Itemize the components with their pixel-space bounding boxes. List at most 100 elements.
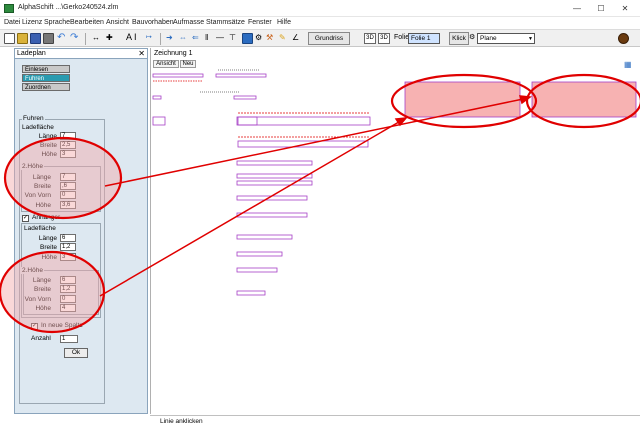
menu-bearbeiten[interactable]: Bearbeiten — [70, 19, 104, 26]
folie-label: Folie — [394, 34, 410, 41]
mode-fuhren-button[interactable]: Fuhren — [22, 74, 70, 82]
minimize-button[interactable]: — — [570, 3, 584, 14]
anhaenger-hoehe2-laenge-input[interactable]: 6 — [60, 276, 76, 284]
menu-aufmasse[interactable]: Aufmasse — [173, 19, 204, 26]
anzahl-label: Anzahl — [30, 335, 52, 342]
status-text: Linie anklicken — [160, 418, 203, 425]
breite-label: Breite — [40, 142, 57, 149]
menu-ansicht[interactable]: Ansicht — [106, 19, 129, 26]
anhaenger-laenge-input[interactable]: 6 — [60, 234, 76, 242]
mode-zuordnen-button[interactable]: Zuordnen — [22, 83, 70, 91]
ladeplan-panel: Ladeplan ✕ Einlesen Fuhren Zuordnen Fuhr… — [14, 48, 148, 414]
breite-input[interactable]: 2,5 — [60, 141, 76, 149]
menu-stammsaetze[interactable]: Stammsätze — [206, 19, 245, 26]
menu-bar: Datei Lizenz Sprache Bearbeiten Ansicht … — [0, 17, 640, 29]
anzahl-input[interactable]: 1 — [60, 335, 78, 343]
status-bar: Linie anklicken — [150, 415, 640, 427]
pause-icon[interactable]: ‖ — [205, 33, 216, 44]
gear-icon[interactable]: ⚙ — [255, 33, 266, 44]
chevron-down-icon: ▼ — [528, 36, 533, 42]
hoehe2-hoehe-label: Höhe — [35, 202, 51, 209]
toolbar: ↶ ↷ ↔ ✚ A I ↦ ➜ ⇔ ⇐ ‖ ― ⊤ ⚙ ⚒ ✎ ∠ Grundr… — [0, 29, 640, 47]
anhaenger-hoehe2-laenge-label: Länge — [32, 277, 51, 284]
panel-title: Ladeplan — [17, 50, 46, 57]
mode-einlesen-button[interactable]: Einlesen — [22, 65, 70, 73]
fuhren-group-label: Fuhren — [22, 115, 45, 122]
app-icon — [4, 4, 14, 13]
scale-3d-b-button[interactable]: 3D — [378, 33, 390, 44]
neue-spalte-checkbox[interactable]: ✓ — [31, 323, 38, 330]
subtab-neu[interactable]: Neu — [180, 60, 196, 68]
undo-icon[interactable]: ↶ — [57, 33, 68, 44]
globe-icon[interactable] — [618, 33, 629, 44]
open-folder-icon[interactable] — [17, 33, 28, 44]
measure-icon[interactable]: ↦ — [146, 33, 157, 44]
anhaenger-ladeflaeche-label: Ladefläche — [23, 225, 57, 232]
anhaenger-hoehe-input[interactable]: 3 — [60, 253, 76, 261]
laenge-input[interactable]: 7 — [60, 132, 76, 140]
menu-sprache[interactable]: Sprache — [44, 19, 70, 26]
hoehe2-hoehe-input[interactable]: 3,6 — [60, 201, 76, 209]
menu-lizenz[interactable]: Lizenz — [22, 19, 42, 26]
hoehe2-laenge-label: Länge — [32, 174, 51, 181]
panel-header: Ladeplan ✕ — [15, 49, 147, 59]
dimension-icon[interactable]: ⊤ — [229, 33, 240, 44]
hoehe2-breite-label: Breite — [34, 183, 51, 190]
klick-button[interactable]: Klick — [449, 32, 469, 45]
anhaenger-breite-label: Breite — [40, 244, 57, 251]
move-icon[interactable]: ↔ — [92, 33, 103, 44]
hoehe2-von-vorn-input[interactable]: 0 — [60, 191, 76, 199]
redo-icon[interactable]: ↷ — [70, 33, 81, 44]
anhaenger-hoehe2-hoehe-input[interactable]: 4 — [60, 304, 76, 312]
print-icon[interactable] — [43, 33, 54, 44]
close-button[interactable]: ✕ — [618, 3, 632, 14]
panel-close-icon[interactable]: ✕ — [138, 49, 145, 59]
toolbar-separator — [85, 33, 86, 45]
anhaenger-hoehe2-breite-label: Breite — [34, 286, 51, 293]
ok-button[interactable]: Ok — [64, 348, 88, 358]
subtab-ansicht[interactable]: Ansicht — [153, 60, 179, 68]
tools-icon[interactable]: ⚒ — [266, 33, 277, 44]
arrow-right-icon[interactable]: ➜ — [166, 33, 177, 44]
crosshair-icon[interactable]: ✚ — [106, 33, 117, 44]
maximize-button[interactable]: ☐ — [594, 3, 608, 14]
line-tool-icon[interactable]: ― — [216, 33, 227, 44]
folie-input[interactable]: Folie 1 — [408, 33, 440, 44]
anhaenger-hoehe2-label: 2.Höhe — [21, 267, 44, 274]
anhaenger-checkbox[interactable]: ✓ — [22, 215, 29, 222]
grundriss-button[interactable]: Grundriss — [308, 32, 350, 45]
hoehe-input[interactable]: 3 — [60, 150, 76, 158]
title-bar: AlphaSchift ...\Gerko240524.zlm — ☐ ✕ — [0, 0, 640, 17]
menu-datei[interactable]: Datei — [4, 19, 20, 26]
menu-bauvorhaben[interactable]: Bauvorhaben — [132, 19, 174, 26]
scale-3d-a-button[interactable]: 3D — [364, 33, 376, 44]
anhaenger-hoehe2-von-vorn-input[interactable]: 0 — [60, 295, 76, 303]
anhaenger-hoehe2-breite-input[interactable]: 1,2 — [60, 285, 76, 293]
hoehe2-laenge-input[interactable]: 7 — [60, 173, 76, 181]
hoehe-label: Höhe — [41, 151, 57, 158]
new-file-icon[interactable] — [4, 33, 15, 44]
neue-spalte-label: In neue Spalte — [40, 322, 84, 329]
plane-select[interactable]: Plane ▼ — [477, 33, 535, 44]
hoehe2-von-vorn-label: Von Vorn — [24, 192, 51, 199]
hoehe2-group-label: 2.Höhe — [21, 163, 44, 170]
arrow-left-icon[interactable]: ⇐ — [192, 33, 203, 44]
pencil-icon[interactable]: ✎ — [279, 33, 290, 44]
anhaenger-breite-input[interactable]: 1,2 — [60, 243, 76, 251]
drawing-canvas[interactable] — [150, 48, 640, 414]
menu-hilfe[interactable]: Hilfe — [277, 19, 291, 26]
rectangle-tool-icon[interactable] — [242, 33, 253, 44]
drawing-tab[interactable]: Zeichnung 1 — [152, 49, 232, 58]
ladeflaeche-label: Ladefläche — [21, 124, 55, 131]
plane-select-value: Plane — [480, 35, 497, 42]
window-title: AlphaSchift ...\Gerko240524.zlm — [18, 4, 119, 11]
double-arrow-icon[interactable]: ⇔ — [179, 33, 190, 44]
hoehe2-breite-input[interactable]: ,6 — [60, 182, 76, 190]
anhaenger-laenge-label: Länge — [38, 235, 57, 242]
save-icon[interactable] — [30, 33, 41, 44]
canvas-corner-icon[interactable]: ▦ — [624, 60, 632, 69]
polyline-icon[interactable]: ∠ — [292, 33, 303, 44]
menu-fenster[interactable]: Fenster — [248, 19, 272, 26]
toolbar-separator — [160, 33, 161, 45]
text-tool-button[interactable]: A I — [126, 32, 137, 42]
